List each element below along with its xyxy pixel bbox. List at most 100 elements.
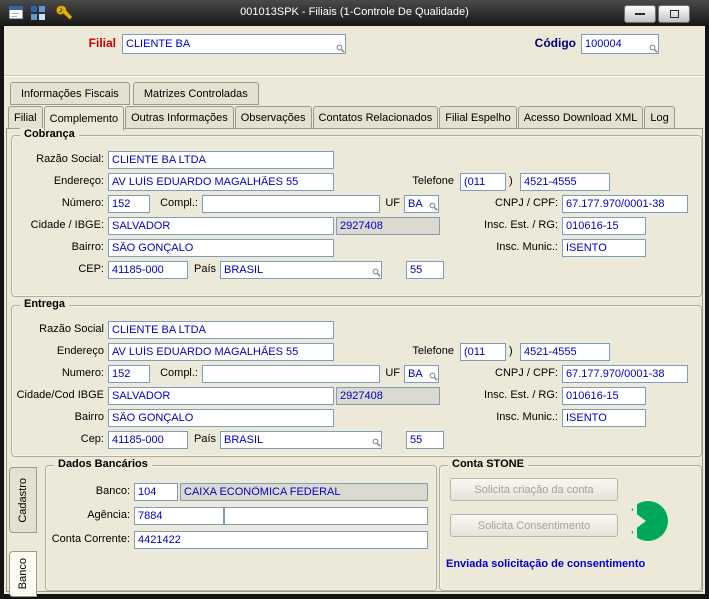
cobranca-cnpj-wrap bbox=[562, 194, 688, 213]
entrega-telefone-ddd-input[interactable] bbox=[460, 343, 506, 361]
codigo-field-wrap bbox=[581, 34, 659, 54]
maximize-button[interactable] bbox=[658, 5, 690, 23]
entrega-cidade-wrap bbox=[108, 386, 334, 405]
cobranca-compl-label: Compl.: bbox=[160, 197, 198, 209]
stone-status-text: Enviada solicitação de consentimento bbox=[446, 558, 646, 570]
entrega-telefone-wrap bbox=[520, 342, 610, 361]
cobranca-insc-est-input[interactable] bbox=[562, 217, 646, 235]
conta-corrente-wrap bbox=[134, 530, 428, 549]
tab-informacoes-fiscais[interactable]: Informações Fiscais bbox=[10, 82, 130, 105]
tab-acesso-download-xml[interactable]: Acesso Download XML bbox=[517, 106, 644, 130]
entrega-bairro-wrap bbox=[108, 408, 334, 427]
entrega-pais-wrap bbox=[220, 430, 382, 449]
codigo-input[interactable] bbox=[581, 34, 659, 54]
cobranca-pais-wrap bbox=[220, 260, 382, 279]
cobranca-cidade-wrap bbox=[108, 216, 334, 235]
banco-codigo-input[interactable] bbox=[134, 483, 178, 501]
cobranca-cep-label: CEP: bbox=[78, 263, 104, 275]
entrega-insc-est-wrap bbox=[562, 386, 646, 405]
entrega-razao-social-input[interactable] bbox=[108, 321, 334, 339]
tab-matrizes-controladas[interactable]: Matrizes Controladas bbox=[132, 82, 259, 105]
tab-complemento[interactable]: Complemento bbox=[43, 106, 125, 131]
entrega-pais-codigo-input[interactable] bbox=[406, 431, 444, 449]
entrega-insc-munic-wrap bbox=[562, 408, 646, 427]
minimize-button[interactable] bbox=[624, 5, 656, 23]
entrega-pais-input[interactable] bbox=[220, 431, 382, 449]
entrega-pais-label: País bbox=[193, 433, 216, 445]
conta-corrente-input[interactable] bbox=[134, 531, 428, 549]
cobranca-cidade-label: Cidade / IBGE: bbox=[30, 219, 104, 231]
banco-codigo-wrap bbox=[134, 482, 178, 501]
cobranca-telefone-input[interactable] bbox=[520, 173, 610, 191]
tab-observacoes[interactable]: Observações bbox=[234, 106, 312, 130]
banco-label: Banco: bbox=[95, 485, 130, 497]
tab-filial[interactable]: Filial bbox=[8, 106, 43, 130]
banco-nome-display bbox=[180, 483, 428, 501]
side-tab-cadastro[interactable]: Cadastro bbox=[9, 467, 37, 533]
solicita-consentimento-button[interactable]: Solicita Consentimento bbox=[450, 514, 618, 537]
cobranca-telefone-wrap bbox=[520, 172, 610, 191]
filial-input[interactable] bbox=[122, 34, 346, 54]
app-window: 001013SPK - Filiais (1-Controle De Quali… bbox=[0, 0, 709, 599]
entrega-numero-wrap bbox=[108, 364, 150, 383]
cobranca-pais-codigo-input[interactable] bbox=[406, 261, 444, 279]
entrega-insc-est-input[interactable] bbox=[562, 387, 646, 405]
entrega-cnpj-label: CNPJ / CPF: bbox=[495, 367, 558, 379]
stone-status-icon bbox=[626, 500, 668, 542]
cobranca-endereco-input[interactable] bbox=[108, 173, 334, 191]
entrega-cnpj-input[interactable] bbox=[562, 365, 688, 383]
entrega-cidade-input[interactable] bbox=[108, 387, 334, 405]
cobranca-cidade-input[interactable] bbox=[108, 217, 334, 235]
cobranca-telefone-ddd-input[interactable] bbox=[460, 173, 506, 191]
cobranca-compl-input[interactable] bbox=[202, 195, 380, 213]
lookup-icon[interactable] bbox=[372, 438, 381, 447]
side-tab-banco[interactable]: Banco bbox=[9, 551, 37, 597]
entrega-endereco-wrap bbox=[108, 342, 334, 361]
agencia-input[interactable] bbox=[134, 507, 224, 525]
dados-bancarios-groupbox: Dados Bancários Banco: Agência: Conta Co… bbox=[45, 458, 437, 591]
cobranca-numero-label: Número: bbox=[61, 197, 104, 209]
cobranca-insc-est-label: Insc. Est. / RG: bbox=[484, 219, 558, 231]
entrega-insc-munic-input[interactable] bbox=[562, 409, 646, 427]
agencia-wrap bbox=[134, 506, 224, 525]
agencia-label: Agência: bbox=[87, 509, 130, 521]
solicita-criacao-conta-button[interactable]: Solicita criação da conta bbox=[450, 478, 618, 501]
tab-outras-informacoes[interactable]: Outras Informações bbox=[125, 106, 234, 130]
cobranca-bairro-wrap bbox=[108, 238, 334, 257]
agencia-compl-wrap bbox=[224, 506, 428, 525]
tab-contatos-relacionados[interactable]: Contatos Relacionados bbox=[312, 106, 439, 130]
cobranca-cep-input[interactable] bbox=[108, 261, 188, 279]
entrega-telefone-input[interactable] bbox=[520, 343, 610, 361]
cobranca-insc-est-wrap bbox=[562, 216, 646, 235]
maximize-icon bbox=[669, 10, 679, 18]
entrega-telefone-label: Telefone bbox=[412, 345, 454, 357]
cobranca-pais-input[interactable] bbox=[220, 261, 382, 279]
entrega-compl-input[interactable] bbox=[202, 365, 380, 383]
lookup-icon[interactable] bbox=[649, 44, 658, 53]
lookup-icon[interactable] bbox=[372, 268, 381, 277]
cobranca-telefone-ddd-wrap bbox=[460, 172, 506, 191]
cobranca-compl-wrap bbox=[202, 194, 380, 213]
cobranca-bairro-input[interactable] bbox=[108, 239, 334, 257]
cobranca-insc-munic-input[interactable] bbox=[562, 239, 646, 257]
lookup-icon[interactable] bbox=[336, 44, 345, 53]
cobranca-razao-social-input[interactable] bbox=[108, 151, 334, 169]
cobranca-numero-input[interactable] bbox=[108, 195, 150, 213]
cobranca-cnpj-input[interactable] bbox=[562, 195, 688, 213]
entrega-endereco-input[interactable] bbox=[108, 343, 334, 361]
minimize-icon bbox=[635, 13, 645, 15]
tab-filial-espelho[interactable]: Filial Espelho bbox=[439, 106, 517, 130]
agencia-compl-input[interactable] bbox=[224, 507, 428, 525]
entrega-cep-input[interactable] bbox=[108, 431, 188, 449]
tab-log[interactable]: Log bbox=[644, 106, 675, 130]
cobranca-pais-codigo-wrap bbox=[406, 260, 444, 279]
entrega-numero-input[interactable] bbox=[108, 365, 150, 383]
entrega-cnpj-wrap bbox=[562, 364, 688, 383]
conta-stone-groupbox: Conta STONE Solicita criação da conta So… bbox=[439, 458, 702, 591]
entrega-bairro-input[interactable] bbox=[108, 409, 334, 427]
cobranca-bairro-label: Bairro: bbox=[71, 241, 104, 253]
cobranca-pais-label: País bbox=[193, 263, 216, 275]
entrega-numero-label: Numero: bbox=[61, 367, 104, 379]
title-bar: 001013SPK - Filiais (1-Controle De Quali… bbox=[0, 0, 709, 26]
cobranca-razao-social-wrap bbox=[108, 150, 334, 169]
